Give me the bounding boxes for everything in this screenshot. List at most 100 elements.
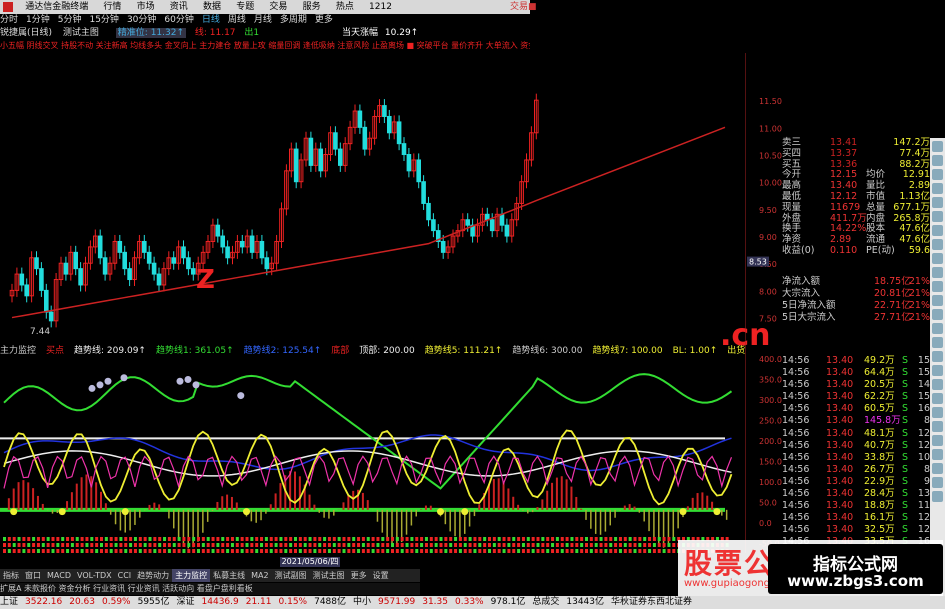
signal-arrow (260, 543, 264, 547)
period-tab[interactable]: 15分钟 (89, 15, 118, 25)
sidebar-tool-icon[interactable] (932, 239, 943, 250)
indicator-tab[interactable]: 测试副图 (272, 569, 310, 582)
sidebar-tool-icon[interactable] (932, 197, 943, 208)
signal-arrow (206, 543, 210, 547)
signal-arrow (119, 537, 123, 541)
tick-row: 14:56 13.40 18.8万 S 11 (782, 500, 930, 512)
sidebar-tool-icon[interactable] (932, 491, 943, 502)
period-tab[interactable]: 月线 (254, 15, 272, 25)
formula-name[interactable]: 测试主图 (63, 28, 99, 38)
status-item: 华秋证券东西北证券 (611, 597, 693, 607)
ma3-label: 出1 (244, 28, 260, 38)
menu-item-news[interactable]: 资讯 (164, 0, 194, 14)
signal-arrow (124, 537, 128, 541)
period-tab[interactable]: 多周期 (280, 15, 307, 25)
indicator-label-bar: 主力监控 买点 趋势线: 209.09↑ 趋势线1: 361.05↑ 趋势线2: 125… (0, 345, 745, 357)
sidebar-tool-icon[interactable] (932, 211, 943, 222)
tick-time: 14:56 (782, 427, 810, 439)
price-tag: 8.53 (749, 258, 767, 267)
sidebar-tool-icon[interactable] (932, 323, 943, 334)
period-tab[interactable]: 日线 (202, 15, 220, 25)
signal-arrow (90, 543, 94, 547)
tick-volume: 32.5万 (864, 524, 895, 536)
indicator-tab[interactable]: 私募主线 (210, 569, 248, 582)
period-tab[interactable]: 5分钟 (58, 15, 82, 25)
indicator-tab[interactable]: 指标 (0, 569, 22, 582)
sidebar-tool-icon[interactable] (932, 225, 943, 236)
menu-item-service[interactable]: 服务 (297, 0, 327, 14)
indicator-tab[interactable]: CCI (115, 569, 135, 582)
signal-arrow (492, 549, 496, 553)
sidebar-tool-icon[interactable] (932, 281, 943, 292)
indicator-tab[interactable]: VOL-TDX (74, 569, 115, 582)
sidebar-tool-icon[interactable] (932, 435, 943, 446)
menu-item-market[interactable]: 行情 (97, 0, 127, 14)
signal-arrow (90, 537, 94, 541)
period-tab[interactable]: 更多 (315, 15, 333, 25)
sidebar-tool-icon[interactable] (932, 337, 943, 348)
sidebar-tool-icon[interactable] (932, 253, 943, 264)
menu-item-topics[interactable]: 专题 (230, 0, 260, 14)
indicator-tab[interactable]: 趋势动力 (134, 569, 172, 582)
indicator-tab[interactable]: MA2 (248, 569, 271, 582)
flow-row: 净流入额 18.75亿 21% (782, 276, 930, 288)
sidebar-tool-icon[interactable] (932, 407, 943, 418)
signal-arrow (604, 549, 608, 553)
sidebar-tool-icon[interactable] (932, 295, 943, 306)
period-tab[interactable]: 周线 (228, 15, 246, 25)
sidebar-tool-icon[interactable] (932, 365, 943, 376)
trade-brand[interactable]: 交易■ (510, 0, 542, 14)
tick-price: 13.40 (826, 367, 854, 379)
sidebar-tool-icon[interactable] (932, 155, 943, 166)
period-tab[interactable]: 分时 (0, 15, 18, 25)
status-item: 9571.99 (378, 597, 416, 607)
main-price-chart[interactable]: 7.44 (0, 53, 745, 345)
indicator-tab[interactable]: 主力监控 (172, 569, 211, 582)
z-mark: Z (196, 265, 215, 295)
sidebar-tool-icon[interactable] (932, 169, 943, 180)
indicator-tab[interactable]: 窗口 (22, 569, 44, 582)
note-label: 当天涨幅 (342, 28, 379, 38)
menu-item-exchange[interactable]: 市场 (131, 0, 161, 14)
signal-arrow (623, 543, 627, 547)
menu-item-data[interactable]: 数据 (197, 0, 227, 14)
sidebar-tool-icon[interactable] (932, 183, 943, 194)
sidebar-tool-icon[interactable] (932, 379, 943, 390)
menu-item-trade[interactable]: 交易 (263, 0, 293, 14)
sidebar-tool-icon[interactable] (932, 477, 943, 488)
tick-row: 14:56 13.40 16.1万 S 12 (782, 512, 930, 524)
signal-arrow (429, 543, 433, 547)
sidebar-tool-icon[interactable] (932, 393, 943, 404)
signal-arrow (376, 537, 380, 541)
tabs-row2[interactable]: 扩展A 未款报价 资金分析 行业资讯 行业资讯 活跃动向 看盘户盘利看板 (0, 583, 420, 595)
sidebar-tool-icon[interactable] (932, 267, 943, 278)
signal-arrow (371, 537, 375, 541)
status-item: 21.11 (245, 597, 272, 607)
signal-arrow (114, 543, 118, 547)
menu-item-1212[interactable]: 1212 (363, 0, 398, 14)
signal-arrow (536, 549, 540, 553)
signal-arrow (279, 549, 283, 553)
sidebar-tool-icon[interactable] (932, 141, 943, 152)
period-tab[interactable]: 1分钟 (26, 15, 50, 25)
top-signal-dot (237, 392, 245, 400)
signal-arrow (294, 537, 297, 541)
signal-arrow (618, 537, 622, 541)
indicator-chart[interactable] (0, 357, 745, 557)
sidebar-tool-icon[interactable] (932, 421, 943, 432)
indicator-tab[interactable]: 测试主图 (310, 569, 348, 582)
menu-item-hot[interactable]: 热点 (330, 0, 360, 14)
sidebar-tool-icon[interactable] (932, 309, 943, 320)
indicator-tab[interactable]: MACD (44, 569, 74, 582)
period-tab[interactable]: 30分钟 (127, 15, 156, 25)
signal-arrow (454, 549, 458, 553)
sidebar-tool-icon[interactable] (932, 351, 943, 362)
signal-arrow (109, 549, 113, 553)
indicator-tab[interactable]: 更多 (348, 569, 370, 582)
signal-arrow (264, 543, 268, 547)
indicator-tab[interactable]: 设置 (370, 569, 392, 582)
sidebar-tool-icon[interactable] (932, 463, 943, 474)
period-tab[interactable]: 60分钟 (164, 15, 193, 25)
signal-arrow (570, 543, 574, 547)
sidebar-tool-icon[interactable] (932, 449, 943, 460)
